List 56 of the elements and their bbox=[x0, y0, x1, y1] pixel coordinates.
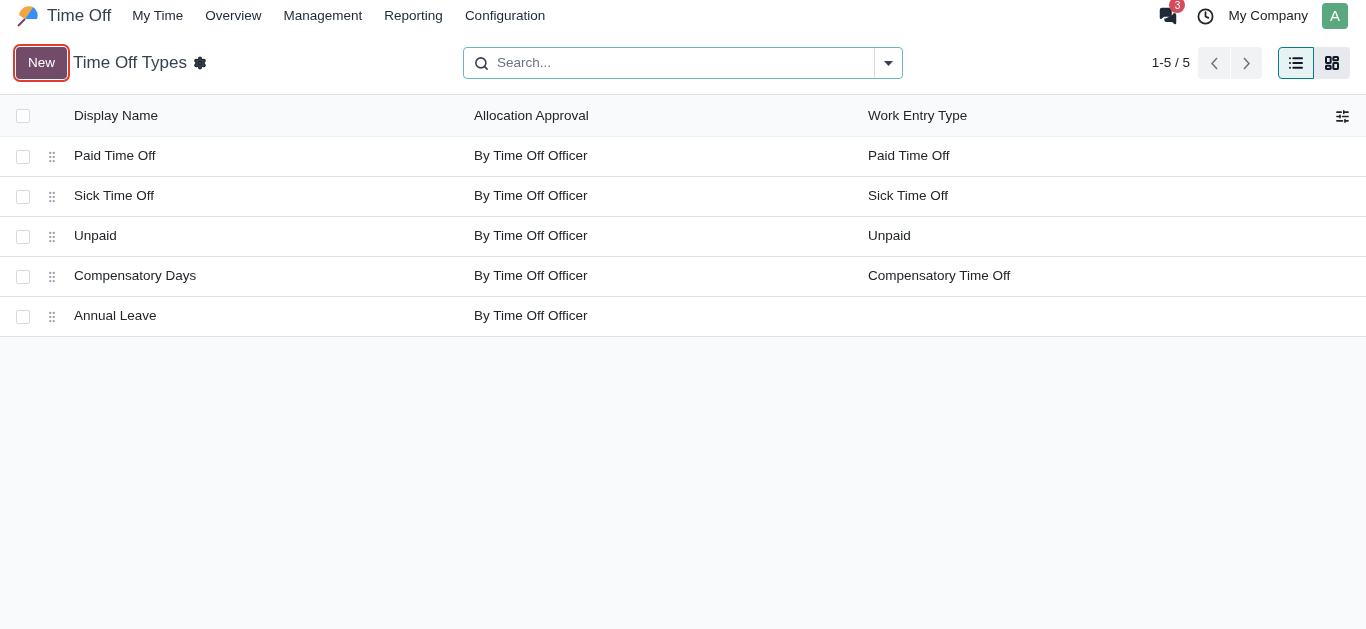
table-cell: By Time Off Officer bbox=[474, 188, 588, 204]
checkbox[interactable] bbox=[16, 189, 30, 204]
company-name[interactable]: My Company bbox=[1228, 5, 1308, 27]
menu-item[interactable]: Reporting bbox=[373, 5, 454, 27]
chat-icon[interactable] bbox=[1159, 7, 1178, 25]
search-field[interactable]: Search... bbox=[497, 52, 874, 74]
kanban-view-button[interactable] bbox=[1314, 47, 1350, 79]
table-cell: Paid Time Off bbox=[868, 148, 950, 164]
checkbox[interactable] bbox=[16, 109, 30, 123]
menu-item[interactable]: My Time bbox=[121, 5, 195, 27]
checkbox[interactable] bbox=[16, 149, 30, 164]
table-cell: By Time Off Officer bbox=[474, 148, 588, 164]
table-cell: Sick Time Off bbox=[74, 188, 155, 204]
next-button[interactable] bbox=[1230, 47, 1262, 79]
table-cell: Unpaid bbox=[74, 228, 117, 244]
table-cell: Annual Leave bbox=[74, 308, 157, 324]
menu-item[interactable]: Overview bbox=[194, 5, 273, 27]
clock-icon[interactable] bbox=[1197, 7, 1215, 25]
table-row[interactable]: Compensatory Days By Time Off Officer Compensatory Time Off bbox=[0, 257, 1366, 297]
table-cell: By Time Off Officer bbox=[474, 308, 588, 324]
table-row[interactable]: Annual Leave By Time Off Officer bbox=[0, 297, 1366, 337]
search-bar[interactable]: Search... bbox=[463, 47, 903, 79]
previous-button[interactable] bbox=[1198, 47, 1230, 79]
menu-item[interactable]: Management bbox=[272, 5, 374, 27]
table-cell: Compensatory Days bbox=[74, 268, 197, 284]
table-cell: By Time Off Officer bbox=[474, 268, 588, 284]
column-header[interactable]: Display Name bbox=[74, 105, 474, 127]
settings-icon[interactable] bbox=[193, 56, 208, 70]
list-view-button[interactable] bbox=[1278, 47, 1314, 79]
checkbox[interactable] bbox=[16, 229, 30, 244]
page-title: Time Off Types bbox=[73, 52, 188, 75]
umbrella-logo-icon bbox=[15, 5, 39, 27]
table-cell: Compensatory Time Off bbox=[868, 268, 1011, 284]
menu-item[interactable]: Configuration bbox=[453, 5, 557, 27]
table-cell: Paid Time Off bbox=[74, 148, 156, 164]
app-name[interactable]: Time Off bbox=[47, 3, 112, 29]
table-cell: Unpaid bbox=[868, 228, 911, 244]
column-header[interactable]: Allocation Approval bbox=[474, 105, 868, 127]
table-row[interactable]: Unpaid By Time Off Officer Unpaid bbox=[0, 217, 1366, 257]
pager-value[interactable]: 1-5 / 5 bbox=[1151, 52, 1190, 74]
column-header[interactable]: Work Entry Type bbox=[868, 105, 1335, 127]
search-icon bbox=[474, 55, 489, 71]
table-cell: Sick Time Off bbox=[868, 188, 949, 204]
sliders-icon[interactable] bbox=[1335, 108, 1350, 124]
new-button[interactable]: New bbox=[16, 47, 67, 79]
kanban-icon bbox=[1324, 55, 1340, 71]
table-row[interactable]: Paid Time Off By Time Off Officer Paid Time Off bbox=[0, 137, 1366, 177]
table-row[interactable]: Sick Time Off By Time Off Officer Sick Time Off bbox=[0, 177, 1366, 217]
chevron-right-icon bbox=[1243, 56, 1250, 70]
table-cell: By Time Off Officer bbox=[474, 228, 588, 244]
caret-icon bbox=[884, 60, 893, 66]
checkbox[interactable] bbox=[16, 269, 30, 284]
chevron-left-icon bbox=[1210, 56, 1218, 70]
checkbox[interactable] bbox=[16, 309, 30, 324]
list-icon bbox=[1288, 55, 1304, 71]
notification-badge: 3 bbox=[1169, 0, 1186, 13]
